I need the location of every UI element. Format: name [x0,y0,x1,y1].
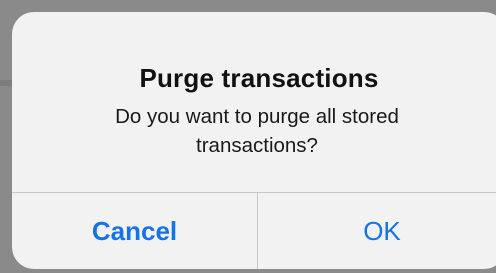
alert-dialog: Purge transactions Do you want to purge … [12,12,496,269]
alert-message: Do you want to purge all stored transact… [115,105,399,157]
cancel-button[interactable]: Cancel [12,193,257,269]
alert-title: Purge transactions [139,63,379,93]
ok-button[interactable]: OK [258,193,496,269]
